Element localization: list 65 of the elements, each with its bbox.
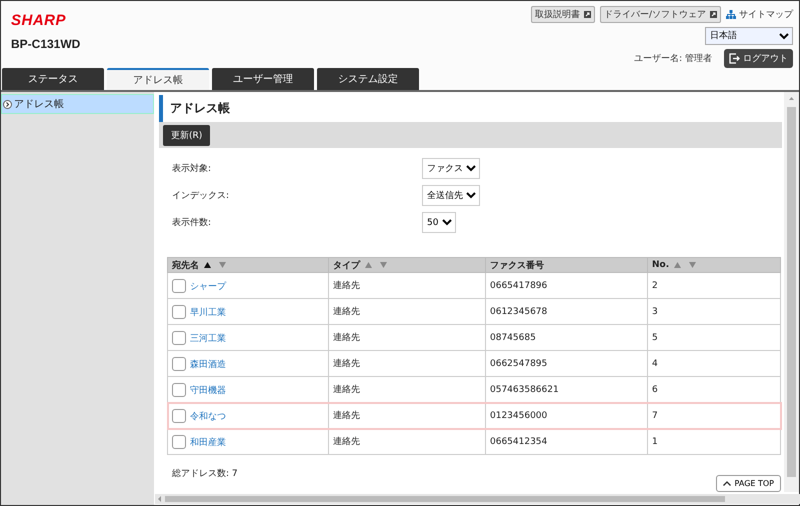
row-checkbox[interactable] (172, 434, 186, 448)
column-header[interactable]: No. (648, 258, 780, 272)
logout-button[interactable]: ログアウト (724, 49, 793, 68)
table-cell: 連絡先 (328, 272, 486, 298)
table-cell: 4 (648, 350, 780, 376)
contact-link[interactable]: 三河工業 (190, 330, 226, 344)
sort-down-icon[interactable] (380, 262, 387, 268)
contact-link[interactable]: 令和なつ (190, 408, 226, 422)
table-cell: 0665412354 (486, 428, 648, 454)
table-cell: 連絡先 (328, 324, 486, 350)
sort-down-icon[interactable] (689, 262, 696, 268)
external-link-icon (710, 11, 717, 18)
row-checkbox[interactable] (172, 304, 186, 318)
external-link-icon (584, 11, 591, 18)
table-cell: 0665417896 (486, 272, 648, 298)
contact-link[interactable]: 早川工業 (190, 304, 226, 318)
tab[interactable]: システム設定 (317, 68, 419, 90)
contact-link[interactable]: 和田産業 (190, 434, 226, 448)
row-checkbox[interactable] (172, 408, 186, 422)
table-cell: 5 (648, 324, 780, 350)
filter-select[interactable]: 全送信先 (422, 185, 480, 206)
contact-link[interactable]: シャープ (190, 278, 226, 292)
contact-link[interactable]: 守田機器 (190, 382, 226, 396)
chevron-icon (3, 100, 12, 108)
filter-select[interactable]: ファクス (422, 158, 480, 179)
row-checkbox[interactable] (172, 382, 186, 396)
row-checkbox[interactable] (172, 330, 186, 344)
filter-label: 表示対象: (172, 162, 212, 175)
tab[interactable]: アドレス帳 (107, 68, 209, 90)
table-cell: 08745685 (486, 324, 648, 350)
sort-up-icon[interactable] (204, 262, 211, 268)
logout-icon (729, 53, 740, 64)
user-name: ユーザー名: 管理者 (634, 52, 712, 65)
row-checkbox[interactable] (172, 278, 186, 292)
row-checkbox[interactable] (172, 356, 186, 370)
column-header[interactable]: タイプ (328, 258, 486, 272)
table-cell: 連絡先 (328, 298, 486, 324)
manual-link[interactable]: 取扱説明書 (530, 6, 595, 23)
table-cell: 1 (648, 428, 780, 454)
language-select[interactable]: 日本語 (705, 27, 793, 45)
sort-down-icon[interactable] (219, 262, 226, 268)
sidebar-item[interactable]: アドレス帳 (1, 94, 154, 114)
tab[interactable]: ユーザー管理 (212, 68, 314, 90)
table-cell: 連絡先 (328, 428, 486, 454)
caret-up-icon (722, 481, 731, 486)
sitemap-link[interactable]: サイトマップ (726, 8, 793, 21)
table-cell: 0612345678 (486, 298, 648, 324)
table-cell: 3 (648, 298, 780, 324)
tab[interactable]: ステータス (2, 68, 104, 90)
contact-link[interactable]: 森田酒造 (190, 356, 226, 370)
column-header[interactable]: 宛先名 (168, 258, 328, 272)
filter-label: インデックス: (172, 190, 230, 202)
logo: SHARP (11, 12, 68, 29)
table-cell: 連絡先 (328, 350, 486, 376)
total-count: 総アドレス数: 7 (172, 468, 239, 480)
column-header[interactable]: ファクス番号 (486, 258, 648, 272)
filter-label: 表示件数: (172, 216, 212, 229)
filter-select[interactable]: 50 (422, 212, 456, 233)
model-name: BP-C131WD (11, 37, 80, 51)
table-cell: 2 (648, 272, 780, 298)
sitemap-icon (726, 10, 736, 19)
refresh-button[interactable]: 更新(R) (163, 124, 210, 146)
manual-link[interactable]: ドライバー/ソフトウェア (600, 6, 721, 23)
table-cell: 0662547895 (486, 350, 648, 376)
page-top-button[interactable]: PAGE TOP (716, 475, 781, 492)
